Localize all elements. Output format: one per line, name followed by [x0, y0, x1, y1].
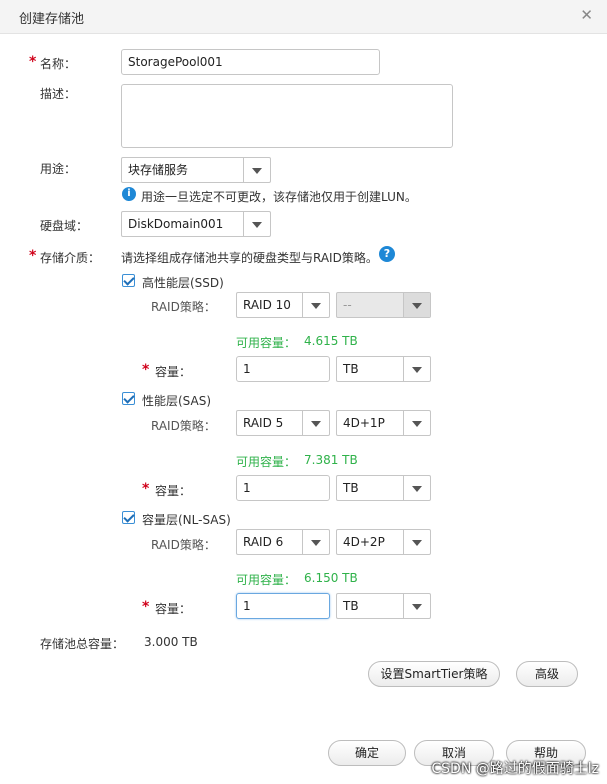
name-label: 名称： [40, 57, 77, 71]
tier-nlsas-layout-value: 4D+2P [343, 535, 385, 549]
tier-sas-label: 性能层(SAS) [142, 394, 212, 408]
advanced-button[interactable]: 高级 [516, 661, 578, 687]
tier-sas-checkbox[interactable] [122, 392, 135, 405]
required-marker: * [29, 54, 37, 70]
capacity-label: 容量： [155, 484, 192, 498]
tier-nlsas-raid-select[interactable]: RAID 6 [236, 529, 330, 555]
tier-ssd-label: 高性能层(SSD) [142, 276, 224, 290]
chevron-down-icon[interactable] [302, 293, 329, 317]
tier-sas-layout-select[interactable]: 4D+1P [336, 410, 431, 436]
tier-sas-raid-value: RAID 5 [243, 416, 284, 430]
tier-ssd-layout-value: -- [343, 298, 352, 312]
required-marker: * [142, 362, 150, 378]
chevron-down-icon[interactable] [403, 411, 430, 435]
tier-sas-unit-select[interactable]: TB [336, 475, 431, 501]
tier-ssd-unit-select[interactable]: TB [336, 356, 431, 382]
tier-ssd-unit-value: TB [343, 362, 359, 376]
chevron-down-icon[interactable] [403, 476, 430, 500]
tier-sas-capacity-input[interactable]: 1 [236, 475, 330, 501]
tier-nlsas-layout-select[interactable]: 4D+2P [336, 529, 431, 555]
dialog-title: 创建存储池 [19, 12, 85, 27]
usage-select-value: 块存储服务 [128, 163, 189, 177]
name-input[interactable]: StoragePool001 [121, 49, 380, 75]
dialog-titlebar: 创建存储池 ✕ [0, 0, 607, 34]
raid-policy-label: RAID策略： [151, 538, 216, 552]
help-icon[interactable]: ? [379, 246, 395, 262]
chevron-down-icon[interactable] [403, 594, 430, 618]
available-capacity-label: 可用容量： [236, 336, 297, 350]
raid-policy-label: RAID策略： [151, 419, 216, 433]
close-icon[interactable]: ✕ [580, 6, 593, 24]
tier-ssd-capacity-input[interactable]: 1 [236, 356, 330, 382]
tier-sas-unit-value: TB [343, 481, 359, 495]
raid-policy-label: RAID策略： [151, 300, 216, 314]
tier-sas-available-value: 7.381 TB [304, 453, 358, 467]
tier-ssd-checkbox[interactable] [122, 274, 135, 287]
available-capacity-label: 可用容量： [236, 455, 297, 469]
tier-nlsas-raid-value: RAID 6 [243, 535, 284, 549]
disk-domain-select-value: DiskDomain001 [128, 217, 224, 231]
disk-domain-label: 硬盘域： [40, 219, 89, 233]
disk-domain-select[interactable]: DiskDomain001 [121, 211, 271, 237]
storage-media-label: 存储介质： [40, 251, 101, 265]
ok-button[interactable]: 确定 [328, 740, 406, 766]
tier-nlsas-unit-select[interactable]: TB [336, 593, 431, 619]
usage-select[interactable]: 块存储服务 [121, 157, 271, 183]
storage-media-hint: 请选择组成存储池共享的硬盘类型与RAID策略。 [121, 251, 378, 265]
tier-sas-raid-select[interactable]: RAID 5 [236, 410, 330, 436]
description-textarea[interactable] [121, 84, 453, 148]
chevron-down-icon[interactable] [302, 411, 329, 435]
capacity-label: 容量： [155, 365, 192, 379]
tier-nlsas-checkbox[interactable] [122, 511, 135, 524]
chevron-down-icon [403, 293, 430, 317]
tier-nlsas-unit-value: TB [343, 599, 359, 613]
required-marker: * [142, 599, 150, 615]
chevron-down-icon[interactable] [243, 212, 270, 236]
capacity-label: 容量： [155, 602, 192, 616]
tier-ssd-raid-select[interactable]: RAID 10 [236, 292, 330, 318]
watermark: CSDN @路过的假面骑士lz [431, 761, 599, 777]
chevron-down-icon[interactable] [302, 530, 329, 554]
tier-ssd-layout-select: -- [336, 292, 431, 318]
smarttier-policy-button[interactable]: 设置SmartTier策略 [368, 661, 500, 687]
description-label: 描述： [40, 87, 77, 101]
tier-nlsas-capacity-input[interactable]: 1 [236, 593, 330, 619]
usage-label: 用途： [40, 162, 77, 176]
info-icon: i [122, 187, 136, 201]
tier-ssd-available-value: 4.615 TB [304, 334, 358, 348]
chevron-down-icon[interactable] [403, 357, 430, 381]
tier-nlsas-available-value: 6.150 TB [304, 571, 358, 585]
usage-info-text: 用途一旦选定不可更改，该存储池仅用于创建LUN。 [141, 190, 417, 204]
total-capacity-value: 3.000 TB [144, 635, 198, 649]
chevron-down-icon[interactable] [243, 158, 270, 182]
available-capacity-label: 可用容量： [236, 573, 297, 587]
tier-ssd-raid-value: RAID 10 [243, 298, 291, 312]
required-marker: * [142, 481, 150, 497]
chevron-down-icon[interactable] [403, 530, 430, 554]
tier-sas-layout-value: 4D+1P [343, 416, 385, 430]
total-capacity-label: 存储池总容量： [40, 637, 125, 651]
tier-nlsas-label: 容量层(NL-SAS) [142, 513, 231, 527]
required-marker: * [29, 248, 37, 264]
